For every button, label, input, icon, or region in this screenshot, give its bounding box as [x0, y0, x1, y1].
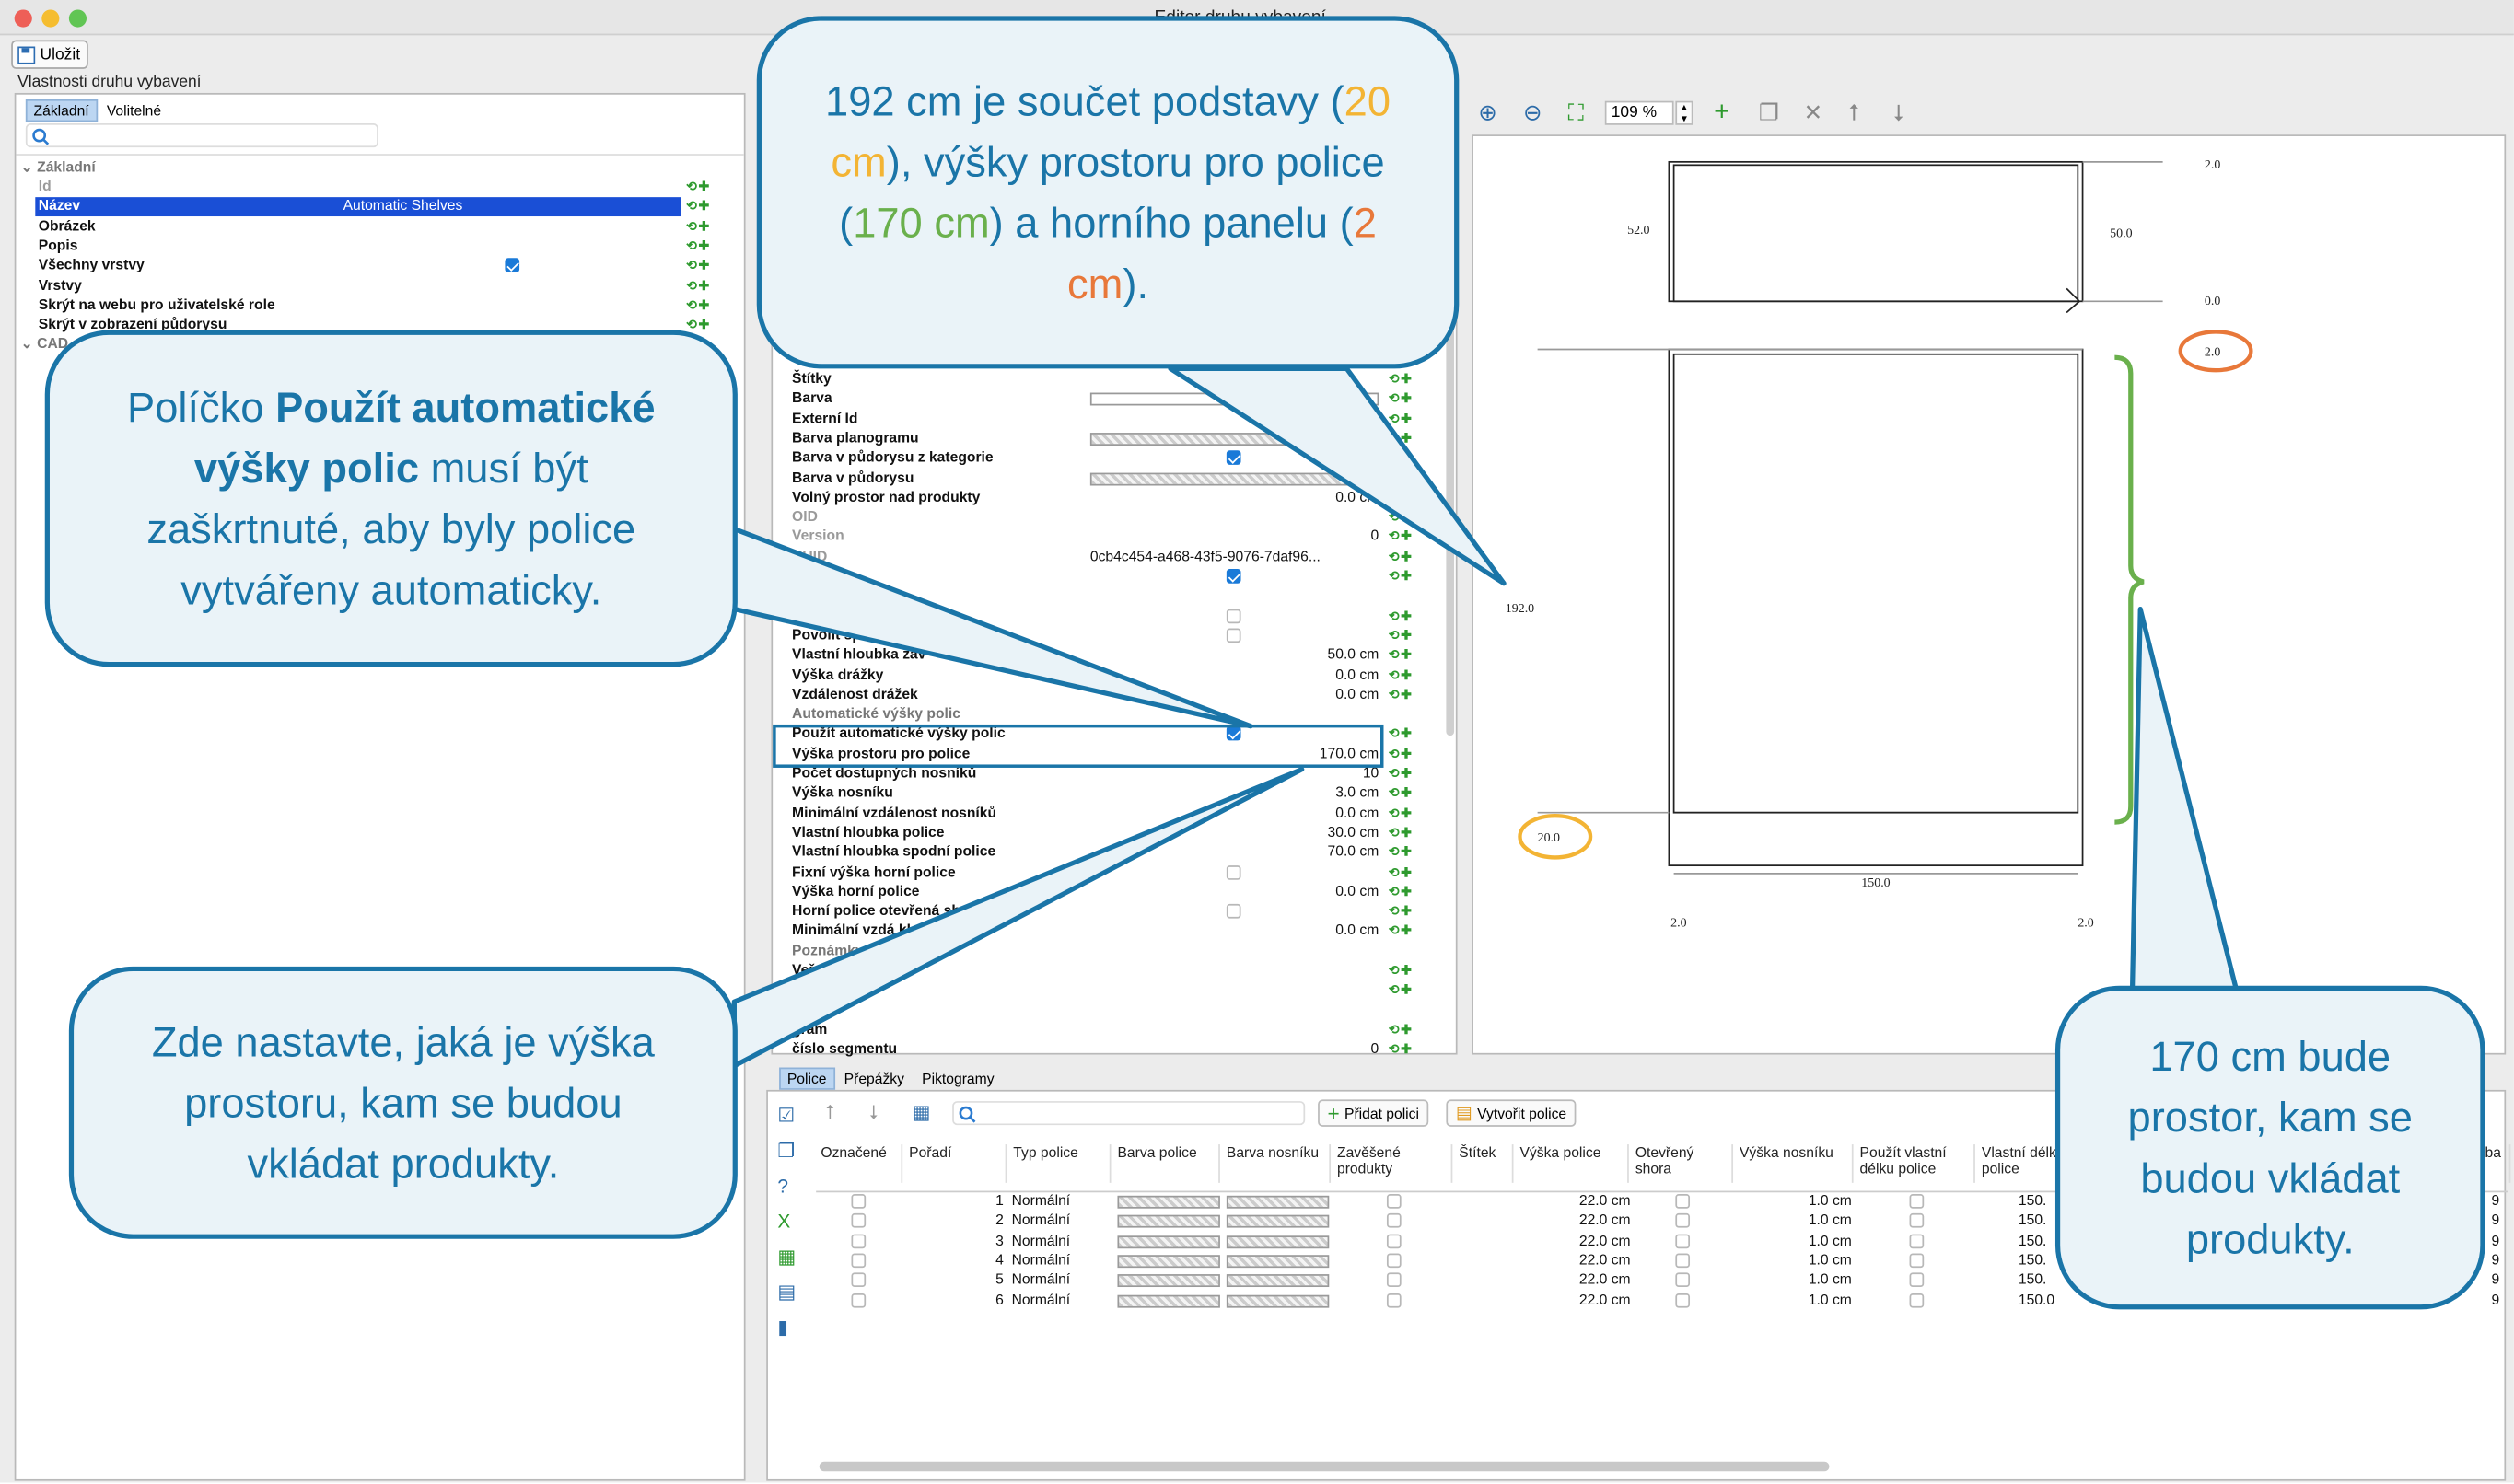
callout-total-height: 192 cm je součet podstavy (20 cm), výšky…	[756, 16, 1460, 369]
callout1-space: 170 cm	[853, 198, 990, 248]
callout3-text: Zde nastavte, jaká je výška prostoru, ka…	[151, 1017, 655, 1188]
callout4-text: 170 cm bude prostor, kam se budou vkláda…	[2127, 1032, 2413, 1263]
callout2-text-1: Políčko	[127, 383, 276, 432]
callout-space-height: Zde nastavte, jaká je výška prostoru, ka…	[68, 966, 738, 1239]
callout1-text-4: ).	[1123, 260, 1149, 308]
callout-product-space: 170 cm bude prostor, kam se budou vkláda…	[2054, 985, 2485, 1310]
app-window: Editor druhu vybavení Uložit Vlastnosti …	[0, 0, 2514, 1483]
callout1-text-3: ) a horního panelu (	[989, 198, 1354, 248]
callout1-text-1: 192 cm je součet podstavy (	[825, 76, 1344, 125]
callout-checkbox: Políčko Použít automatické výšky polic m…	[44, 330, 738, 667]
